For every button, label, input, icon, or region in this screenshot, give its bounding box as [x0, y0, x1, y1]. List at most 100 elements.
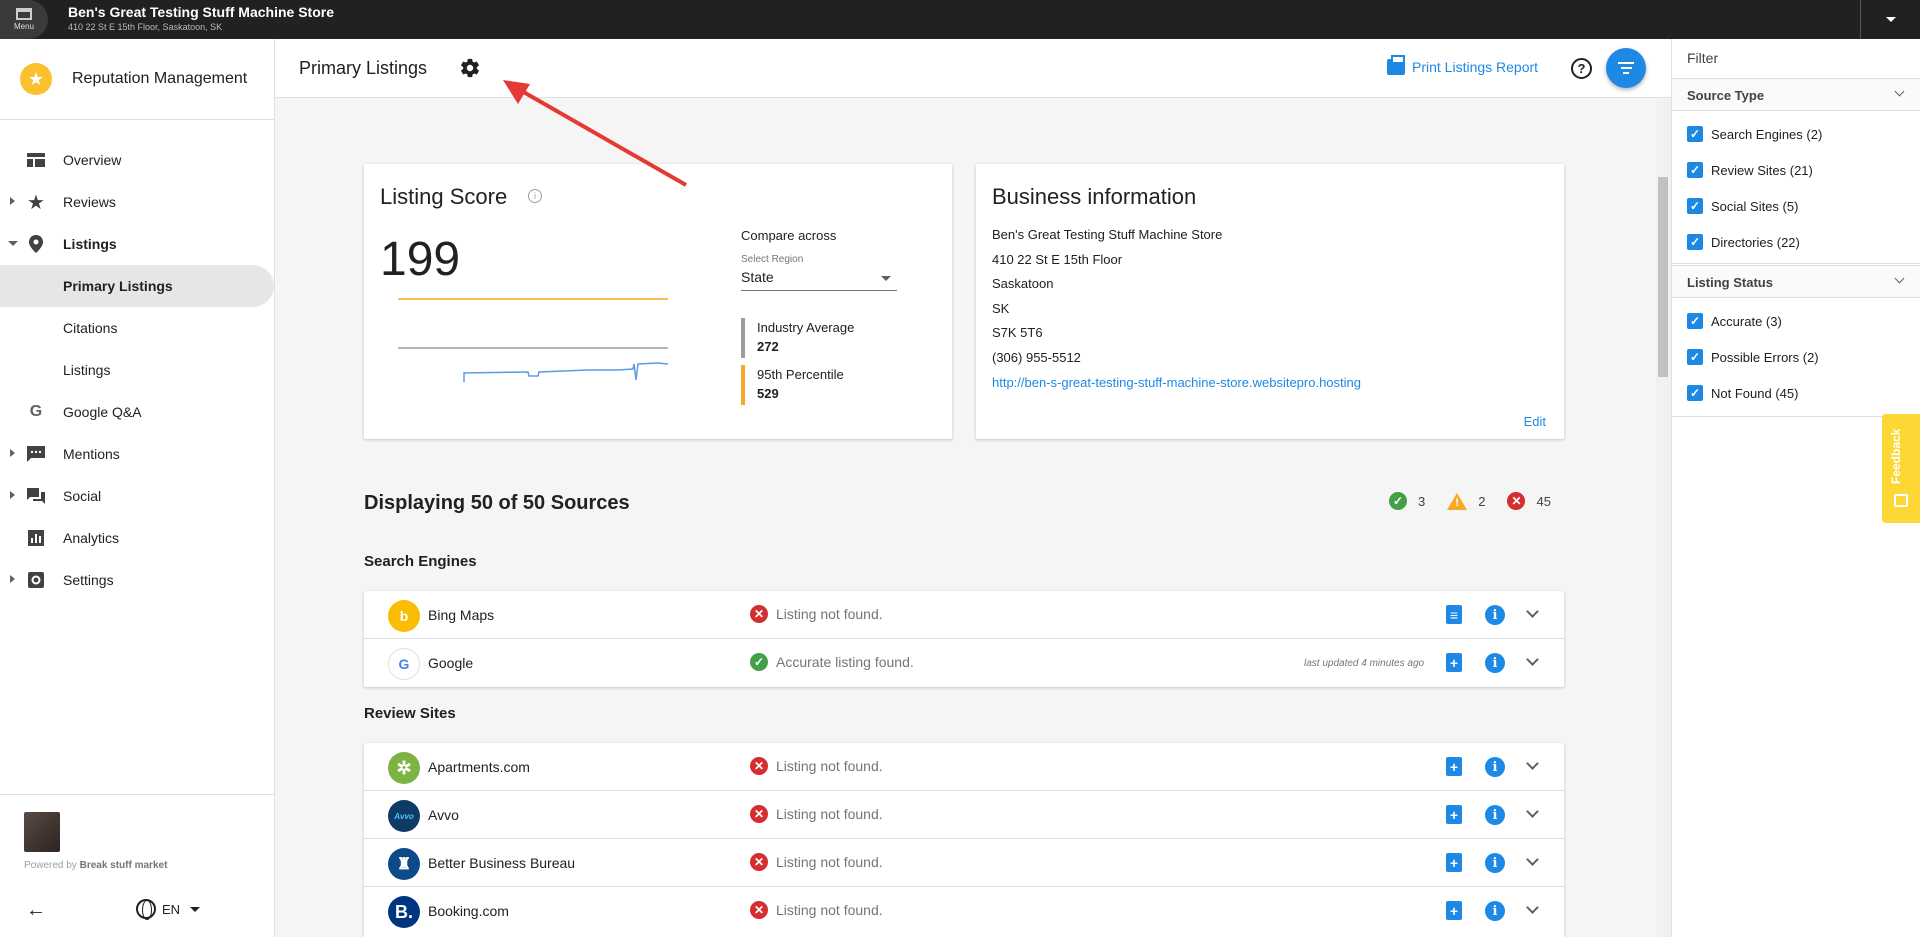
- filter-icon: [1618, 62, 1634, 64]
- add-document-icon[interactable]: +: [1446, 805, 1462, 824]
- list-item[interactable]: b Bing Maps ✕ Listing not found. ≡ i: [364, 591, 1564, 639]
- postal-line: S7K 5T6: [992, 325, 1043, 341]
- listing-status-section: Listing Status ✓ Accurate (3) ✓ Possible E…: [1672, 265, 1920, 417]
- google-logo: G: [388, 648, 420, 680]
- feedback-tab[interactable]: Feedback: [1882, 414, 1920, 523]
- info-icon[interactable]: i: [1485, 653, 1505, 673]
- gear-icon[interactable]: [459, 57, 481, 79]
- menu-button[interactable]: Menu: [0, 0, 48, 39]
- expand-arrow-icon[interactable]: [10, 449, 15, 457]
- info-icon[interactable]: i: [1485, 605, 1505, 625]
- scrollbar[interactable]: [1656, 99, 1671, 937]
- checkbox-checked-icon[interactable]: ✓: [1687, 126, 1703, 142]
- sidebar-item-label: Reviews: [63, 194, 116, 210]
- main-content: Primary Listings Print Listings Report ?…: [275, 39, 1671, 937]
- filter-option-not-found[interactable]: ✓ Not Found (45): [1672, 375, 1920, 411]
- filter-option-search-engines[interactable]: ✓ Search Engines (2): [1672, 116, 1920, 152]
- add-document-icon[interactable]: +: [1446, 853, 1462, 872]
- sidebar-item-google-qa[interactable]: G Google Q&A: [0, 391, 274, 433]
- not-found-summary[interactable]: ✕ 45: [1507, 492, 1551, 510]
- business-name: Ben's Great Testing Stuff Machine Store: [68, 4, 334, 20]
- store-icon: [16, 8, 32, 20]
- edit-link[interactable]: Edit: [1524, 414, 1546, 429]
- sidebar-item-reviews[interactable]: ★ Reviews: [0, 181, 274, 223]
- expand-arrow-icon[interactable]: [10, 575, 15, 583]
- add-document-icon[interactable]: +: [1446, 757, 1462, 776]
- checkbox-checked-icon[interactable]: ✓: [1687, 162, 1703, 178]
- list-item[interactable]: G Google ✓ Accurate listing found. last …: [364, 639, 1564, 687]
- language-selector[interactable]: EN: [136, 899, 201, 920]
- chevron-down-icon[interactable]: [1526, 653, 1539, 666]
- add-document-icon[interactable]: +: [1446, 901, 1462, 920]
- info-icon[interactable]: i: [528, 189, 542, 203]
- info-icon[interactable]: i: [1485, 757, 1505, 777]
- document-icon[interactable]: ≡: [1446, 605, 1462, 624]
- website-link[interactable]: http://ben-s-great-testing-stuff-machine…: [992, 371, 1361, 396]
- globe-icon: [136, 899, 156, 920]
- info-icon[interactable]: i: [1485, 853, 1505, 873]
- menu-label: Menu: [13, 22, 34, 31]
- source-name: Avvo: [428, 807, 459, 823]
- sidebar-item-primary-listings[interactable]: Primary Listings: [0, 265, 274, 307]
- info-icon[interactable]: i: [1485, 901, 1505, 921]
- sidebar-item-social[interactable]: Social: [0, 475, 274, 517]
- region-select[interactable]: State: [741, 269, 897, 291]
- source-type-header[interactable]: Source Type: [1672, 78, 1920, 111]
- filter-option-social-sites[interactable]: ✓ Social Sites (5): [1672, 188, 1920, 224]
- print-listings-report-link[interactable]: Print Listings Report: [1387, 55, 1538, 75]
- list-item[interactable]: ✲ Apartments.com ✕ Listing not found. + …: [364, 743, 1564, 791]
- sidebar-item-listings[interactable]: Listings: [0, 223, 274, 265]
- checkbox-checked-icon[interactable]: ✓: [1687, 349, 1703, 365]
- back-arrow-icon[interactable]: ←: [26, 899, 46, 922]
- scrollbar-thumb[interactable]: [1658, 177, 1668, 377]
- sidebar-item-analytics[interactable]: Analytics: [0, 517, 274, 559]
- sidebar-item-listings-sub[interactable]: Listings: [0, 349, 274, 391]
- avatar[interactable]: [24, 812, 60, 852]
- list-item[interactable]: Avvo Avvo ✕ Listing not found. + i: [364, 791, 1564, 839]
- checkbox-checked-icon[interactable]: ✓: [1687, 385, 1703, 401]
- top-bar: Menu Ben's Great Testing Stuff Machine S…: [0, 0, 1920, 39]
- powered-by-prefix: Powered by: [24, 860, 77, 871]
- list-item[interactable]: B. Booking.com ✕ Listing not found. + i: [364, 887, 1564, 935]
- sidebar-item-label: Social: [63, 488, 102, 504]
- chevron-down-icon[interactable]: [1526, 805, 1539, 818]
- checkbox-checked-icon[interactable]: ✓: [1687, 198, 1703, 214]
- info-icon[interactable]: i: [1485, 805, 1505, 825]
- filter-option-accurate[interactable]: ✓ Accurate (3): [1672, 303, 1920, 339]
- dashboard-icon: [26, 151, 46, 169]
- filter-option-label: Search Engines (2): [1711, 127, 1823, 142]
- sidebar-item-citations[interactable]: Citations: [0, 307, 274, 349]
- add-document-icon[interactable]: +: [1446, 653, 1462, 672]
- expand-arrow-icon[interactable]: [10, 197, 15, 205]
- help-icon[interactable]: ?: [1571, 58, 1592, 79]
- checkbox-checked-icon[interactable]: ✓: [1687, 234, 1703, 250]
- account-dropdown[interactable]: [1860, 0, 1920, 39]
- last-updated: last updated 4 minutes ago: [1304, 658, 1425, 669]
- filter-option-possible-errors[interactable]: ✓ Possible Errors (2): [1672, 339, 1920, 375]
- sidebar-item-settings[interactable]: Settings: [0, 559, 274, 601]
- accurate-summary[interactable]: ✓ 3: [1389, 492, 1425, 510]
- filter-option-directories[interactable]: ✓ Directories (22): [1672, 224, 1920, 260]
- sidebar-item-mentions[interactable]: Mentions: [0, 433, 274, 475]
- listing-status-header[interactable]: Listing Status: [1672, 265, 1920, 298]
- expand-arrow-icon[interactable]: [10, 491, 15, 499]
- list-item[interactable]: ♜ Better Business Bureau ✕ Listing not f…: [364, 839, 1564, 887]
- possible-errors-summary[interactable]: ! 2: [1447, 492, 1485, 510]
- listing-status: ✕ Listing not found.: [750, 605, 883, 623]
- chevron-down-icon[interactable]: [1526, 605, 1539, 618]
- listing-score-card: Listing Score i 199 Compare across Selec…: [364, 164, 952, 439]
- sidebar-header: ★ Reputation Management: [0, 39, 274, 120]
- filter-toggle-button[interactable]: [1606, 48, 1646, 88]
- collapse-arrow-icon[interactable]: [8, 241, 18, 246]
- sidebar-item-label: Mentions: [63, 446, 120, 462]
- region-value: State: [741, 269, 774, 285]
- filter-option-review-sites[interactable]: ✓ Review Sites (21): [1672, 152, 1920, 188]
- chevron-down-icon[interactable]: [1526, 757, 1539, 770]
- filter-icon-line: [1623, 72, 1629, 74]
- sidebar-item-overview[interactable]: Overview: [0, 139, 274, 181]
- chevron-down-icon[interactable]: [1526, 901, 1539, 914]
- checkbox-checked-icon[interactable]: ✓: [1687, 313, 1703, 329]
- google-icon: G: [29, 403, 43, 420]
- source-name: Bing Maps: [428, 607, 495, 623]
- chevron-down-icon[interactable]: [1526, 853, 1539, 866]
